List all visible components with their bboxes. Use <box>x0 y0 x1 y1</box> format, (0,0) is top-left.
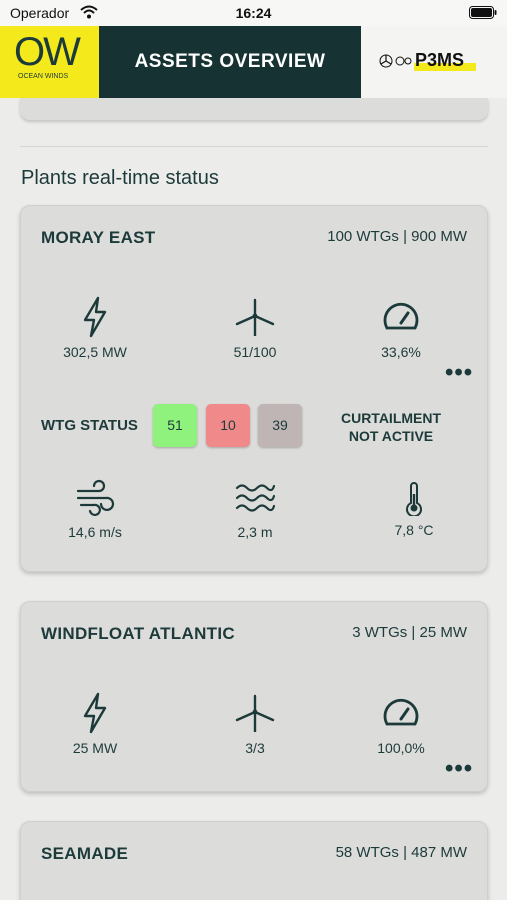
page-title: ASSETS OVERVIEW <box>134 51 326 72</box>
waves-icon <box>235 484 276 512</box>
app-header: OW OCEAN WINDS ASSETS OVERVIEW P3MS <box>0 26 507 98</box>
header-title-block: ASSETS OVERVIEW <box>99 26 361 98</box>
thermometer-icon <box>406 482 422 516</box>
battery-icon <box>469 6 497 24</box>
plant-capacity: 100 WTGs | 900 MW <box>327 228 467 245</box>
curtailment-status: CURTAILMENT NOT ACTIVE <box>321 409 461 445</box>
gauge-icon <box>383 302 419 330</box>
wtg-status-ok[interactable]: 51 <box>153 404 197 447</box>
plant-card[interactable]: SEAMADE 58 WTGs | 487 MW <box>20 821 488 900</box>
temperature-value: 7,8 °C <box>394 522 434 538</box>
bolt-icon <box>83 692 107 734</box>
plant-capacity: 58 WTGs | 487 MW <box>335 844 467 861</box>
turbines-value: 3/3 <box>245 740 265 756</box>
plant-card[interactable]: WINDFLOAT ATLANTIC 3 WTGs | 25 MW 25 MW … <box>20 601 488 792</box>
wind-icon <box>76 479 115 516</box>
plant-capacity: 3 WTGs | 25 MW <box>352 624 467 641</box>
power-value: 25 MW <box>72 740 118 756</box>
power-metric: 25 MW <box>35 692 155 756</box>
clock: 16:24 <box>235 5 272 21</box>
load-factor-metric: 33,6% <box>341 296 461 360</box>
load-factor-value: 100,0% <box>377 740 425 756</box>
wtg-status-other[interactable]: 39 <box>258 404 302 447</box>
power-metric: 302,5 MW <box>35 296 155 360</box>
wtg-status-label: WTG STATUS <box>41 417 138 434</box>
wave-height-value: 2,3 m <box>237 524 273 540</box>
p3ms-turbine-icon <box>379 54 412 68</box>
turbine-icon <box>235 298 275 336</box>
turbines-metric: 51/100 <box>195 296 315 360</box>
turbine-icon <box>235 694 275 732</box>
power-value: 302,5 MW <box>63 344 127 360</box>
turbines-metric: 3/3 <box>195 692 315 756</box>
curtailment-line1: CURTAILMENT <box>340 410 442 426</box>
wind-speed-value: 14,6 m/s <box>68 524 122 540</box>
plant-card[interactable]: MORAY EAST 100 WTGs | 900 MW 302,5 MW 51… <box>20 205 488 572</box>
plant-name: SEAMADE <box>41 844 129 863</box>
gauge-icon <box>383 698 419 726</box>
plant-name: MORAY EAST <box>41 228 156 247</box>
ocean-winds-logo[interactable]: OW OCEAN WINDS <box>0 26 99 98</box>
temperature-metric: 7,8 °C <box>354 482 474 538</box>
curtailment-line2: NOT ACTIVE <box>348 428 434 444</box>
wtg-status-fault[interactable]: 10 <box>206 404 250 447</box>
status-bar: Operador 16:24 <box>0 0 507 26</box>
plant-name: WINDFLOAT ATLANTIC <box>41 624 235 643</box>
section-title: Plants real-time status <box>21 167 219 189</box>
p3ms-wordmark: P3MS <box>415 50 465 70</box>
bolt-icon <box>83 296 107 338</box>
wind-metric: 14,6 m/s <box>35 478 155 540</box>
wave-metric: 2,3 m <box>195 478 315 540</box>
previous-card[interactable] <box>20 98 488 120</box>
more-icon[interactable]: ••• <box>445 757 473 781</box>
more-icon[interactable]: ••• <box>445 361 473 385</box>
turbines-value: 51/100 <box>233 344 277 360</box>
logo-subtitle: OCEAN WINDS <box>18 73 69 80</box>
load-factor-metric: 100,0% <box>341 692 461 756</box>
section-divider <box>20 146 488 147</box>
load-factor-value: 33,6% <box>381 344 421 360</box>
logo-letters: OW <box>14 30 81 74</box>
